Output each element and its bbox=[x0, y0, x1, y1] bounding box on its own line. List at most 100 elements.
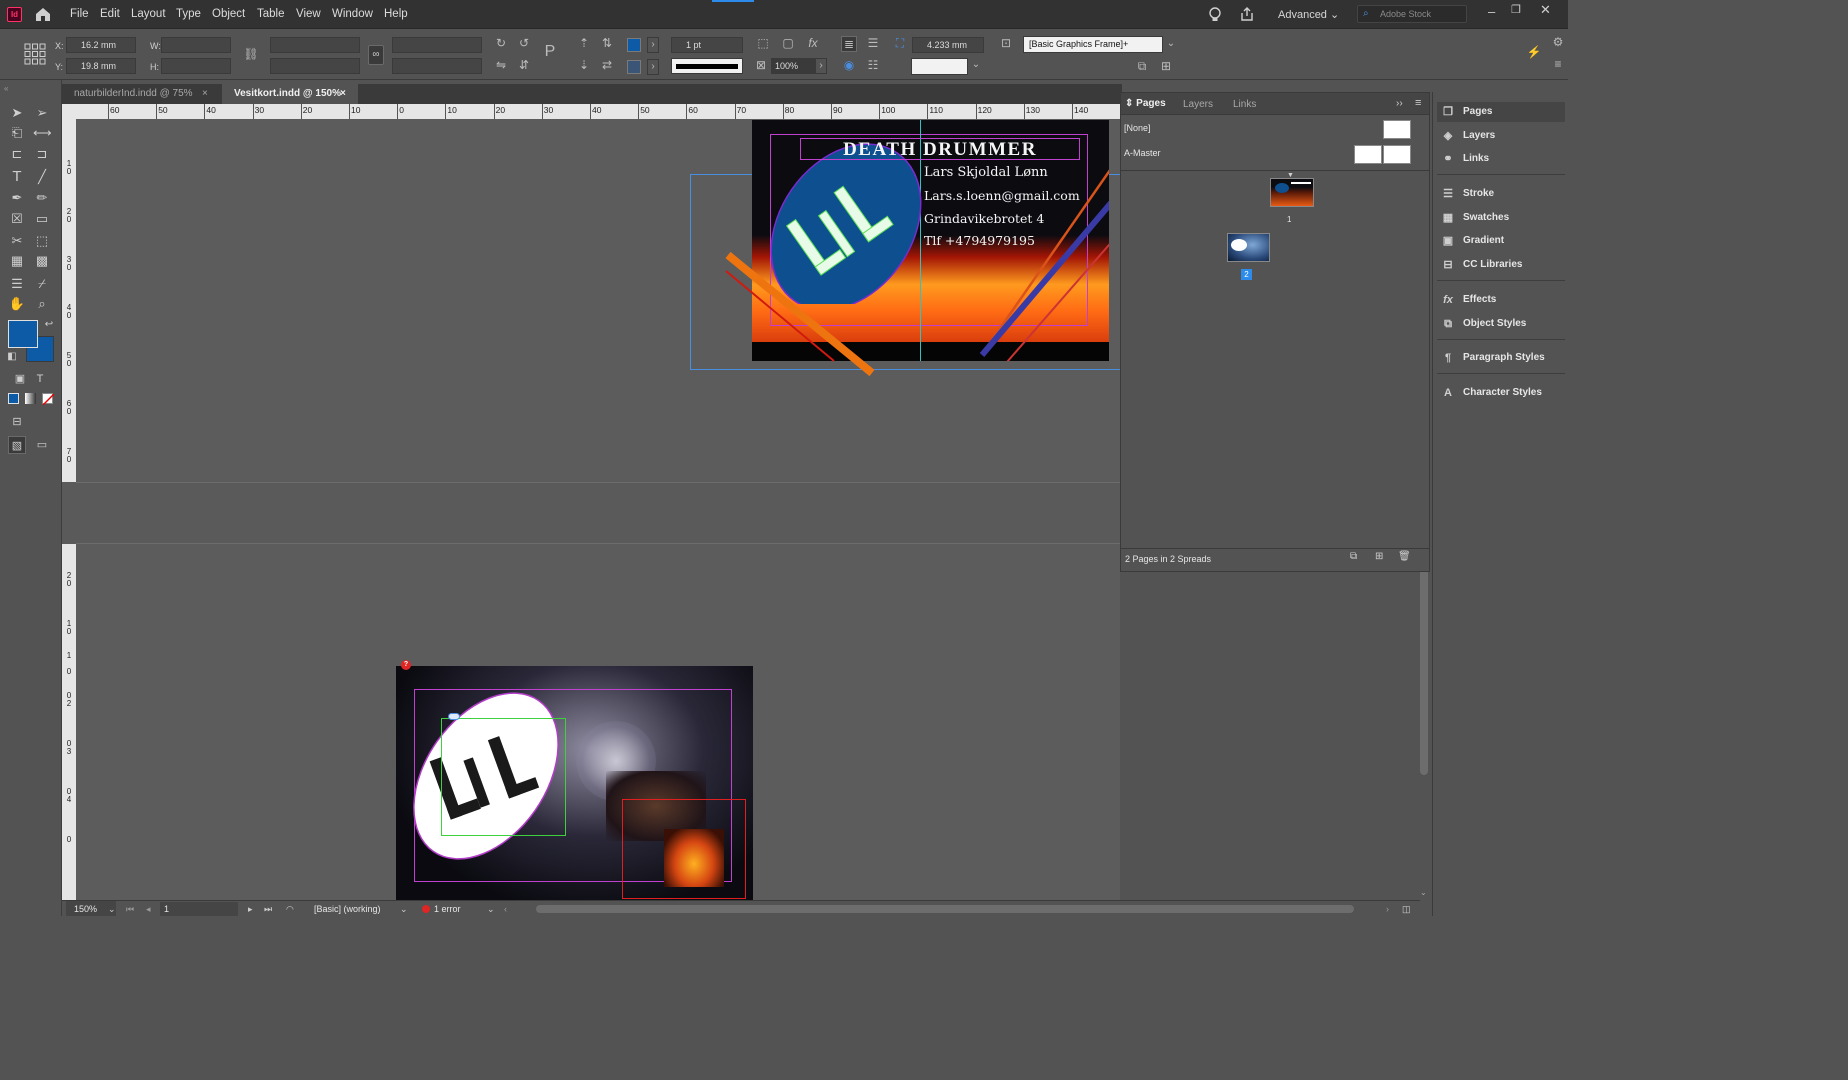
rotate-ccw-icon[interactable]: ↺ bbox=[516, 36, 532, 52]
close-icon[interactable]: × bbox=[202, 84, 208, 104]
select-next-icon[interactable]: ⇄ bbox=[599, 58, 615, 74]
dock-stroke[interactable]: ☰ Stroke bbox=[1441, 185, 1494, 203]
preflight-error-badge[interactable]: ? bbox=[401, 660, 411, 670]
free-transform-tool-icon[interactable]: ⬚ bbox=[33, 232, 51, 250]
drop-shadow-icon[interactable]: ◉ bbox=[841, 58, 857, 74]
clear-overrides-icon[interactable]: ⧉ bbox=[1134, 59, 1150, 75]
stroke-style-select[interactable] bbox=[911, 58, 968, 75]
new-page-icon[interactable]: ⊞ bbox=[1375, 551, 1383, 562]
tab-vesitkort[interactable]: Vesitkort.indd @ 150% × bbox=[222, 84, 358, 104]
tab-pages[interactable]: ⇕ Pages bbox=[1125, 98, 1166, 109]
dock-layers[interactable]: ◈ Layers bbox=[1441, 127, 1495, 145]
dock-pages[interactable]: ❐ Pages bbox=[1441, 103, 1492, 121]
constrain-proportions-icon[interactable]: ⛓ bbox=[243, 47, 259, 63]
content-collector-icon[interactable]: ⊏ bbox=[8, 145, 26, 163]
stroke-weight-field[interactable]: 1 pt bbox=[671, 37, 743, 53]
text-wrap-icon[interactable]: ⬚ bbox=[755, 36, 771, 52]
workspace-switcher[interactable]: Advanced ⌄ bbox=[1278, 8, 1339, 21]
link-scale-icon[interactable]: ∞ bbox=[368, 45, 384, 65]
menu-object[interactable]: Object bbox=[212, 8, 245, 20]
flip-horizontal-icon[interactable]: ⇋ bbox=[493, 58, 509, 74]
w-field[interactable] bbox=[161, 37, 231, 53]
panel-menu-icon[interactable]: ≡ bbox=[1550, 57, 1566, 73]
vertical-scrollbar[interactable]: ⌄ bbox=[1418, 545, 1430, 900]
dock-paragraph-styles[interactable]: ¶ Paragraph Styles bbox=[1441, 349, 1545, 367]
horizontal-scroll-thumb[interactable] bbox=[536, 905, 1354, 913]
path-direction-icon[interactable]: P bbox=[542, 44, 558, 61]
pen-tool-icon[interactable]: ✒ bbox=[8, 189, 26, 207]
gradient-feather-tool-icon[interactable]: ▩ bbox=[33, 252, 51, 270]
frame-fitting-icon[interactable]: ⊡ bbox=[998, 36, 1014, 52]
lightbulb-icon[interactable] bbox=[1207, 6, 1223, 24]
page-1-thumb[interactable] bbox=[1270, 178, 1314, 207]
wrap-object-shape-icon[interactable]: ☰ bbox=[865, 36, 881, 52]
menu-help[interactable]: Help bbox=[384, 8, 408, 20]
scroll-left-icon[interactable]: ‹ bbox=[504, 901, 507, 917]
rotate-cw-icon[interactable]: ↻ bbox=[493, 36, 509, 52]
object-style-select[interactable]: [Basic Graphics Frame]+ bbox=[1023, 36, 1163, 53]
gap-tool-icon[interactable]: ⟷ bbox=[33, 124, 52, 142]
fill-dropdown-icon[interactable]: › bbox=[647, 37, 659, 53]
menu-table[interactable]: Table bbox=[257, 8, 285, 20]
preflight-errors[interactable]: 1 error bbox=[434, 901, 461, 917]
note-tool-icon[interactable]: ☰ bbox=[8, 275, 26, 293]
content-placer-icon[interactable]: ⊐ bbox=[33, 145, 51, 163]
opacity-dropdown-icon[interactable]: › bbox=[815, 58, 827, 74]
page-2-thumb[interactable] bbox=[1227, 233, 1270, 262]
business-card-back[interactable] bbox=[396, 666, 753, 904]
a-master-label[interactable]: A-Master bbox=[1124, 148, 1161, 158]
offset-field[interactable]: 4.233 mm bbox=[912, 37, 984, 53]
pasteboard[interactable]: DEATH DRUMMER Lars Skjoldal Lønn Lars.s.… bbox=[76, 119, 1122, 904]
restore-button[interactable]: ❐ bbox=[1511, 3, 1521, 16]
stroke-swatch[interactable] bbox=[627, 60, 641, 74]
fill-swatch[interactable] bbox=[627, 38, 641, 52]
apply-color-icon[interactable] bbox=[8, 393, 19, 404]
preflight-profile[interactable]: [Basic] (working) bbox=[314, 901, 381, 917]
next-page-icon[interactable]: ▸ bbox=[248, 901, 253, 917]
apply-gradient-icon[interactable] bbox=[25, 393, 36, 404]
swap-colors-icon[interactable]: ↩ bbox=[40, 316, 58, 334]
auto-fit-icon[interactable]: ⛶ bbox=[892, 36, 908, 52]
a-master-right-thumb[interactable] bbox=[1383, 145, 1411, 164]
chevron-down-icon[interactable]: ⌄ bbox=[968, 58, 984, 74]
reference-point-icon[interactable] bbox=[24, 43, 46, 65]
collapse-panel-icon[interactable]: ›› bbox=[1396, 98, 1403, 109]
pencil-tool-icon[interactable]: ✏ bbox=[33, 189, 51, 207]
normal-screen-mode-icon[interactable]: ▧ bbox=[8, 436, 26, 454]
y-field[interactable]: 19.8 mm bbox=[66, 58, 136, 74]
rotation-field[interactable] bbox=[392, 37, 482, 53]
eyedropper-tool-icon[interactable]: ⌿ bbox=[33, 275, 51, 293]
menu-view[interactable]: View bbox=[296, 8, 321, 20]
selection-tool-icon[interactable]: ➤ bbox=[8, 104, 26, 122]
split-view-icon[interactable]: ◫ bbox=[1402, 901, 1411, 917]
previous-page-icon[interactable]: ◂ bbox=[146, 901, 151, 917]
scroll-down-icon[interactable]: ⌄ bbox=[1420, 888, 1427, 897]
line-tool-icon[interactable]: ╱ bbox=[33, 168, 51, 186]
scroll-right-icon[interactable]: › bbox=[1386, 901, 1389, 917]
share-icon[interactable] bbox=[1239, 6, 1255, 22]
chevron-down-icon[interactable]: ⌄ bbox=[487, 901, 495, 917]
tab-links[interactable]: Links bbox=[1233, 99, 1256, 110]
first-page-icon[interactable]: ⏮ bbox=[126, 901, 134, 917]
fx-effects-icon[interactable]: fx bbox=[805, 36, 821, 52]
type-tool-icon[interactable]: T bbox=[8, 168, 26, 186]
page-number-field[interactable]: 1 bbox=[160, 902, 238, 916]
close-window-button[interactable]: ✕ bbox=[1540, 2, 1551, 18]
none-master-thumb[interactable] bbox=[1383, 120, 1411, 139]
h-field[interactable] bbox=[161, 58, 231, 74]
close-icon[interactable]: × bbox=[340, 84, 346, 104]
zoom-tool-icon[interactable]: ⌕ bbox=[33, 295, 51, 313]
scale-y-field[interactable] bbox=[270, 58, 360, 74]
wrap-around-bbox-icon[interactable]: ≣ bbox=[841, 36, 857, 52]
open-page-icon[interactable]: ◠ bbox=[286, 901, 294, 917]
view-mode-icon[interactable]: ⊟ bbox=[8, 413, 26, 431]
chevron-down-icon[interactable]: ⌄ bbox=[400, 901, 408, 917]
formatting-text-icon[interactable]: T bbox=[31, 370, 49, 388]
logo-frame[interactable] bbox=[441, 718, 566, 836]
corner-options-icon[interactable]: ▢ bbox=[780, 36, 796, 52]
jump-object-icon[interactable]: ☷ bbox=[865, 58, 881, 74]
dock-links[interactable]: ⚭ Links bbox=[1441, 150, 1489, 168]
object-style-options-icon[interactable]: ⊞ bbox=[1158, 59, 1174, 75]
menu-window[interactable]: Window bbox=[332, 8, 373, 20]
dock-swatches[interactable]: ▦ Swatches bbox=[1441, 209, 1509, 227]
